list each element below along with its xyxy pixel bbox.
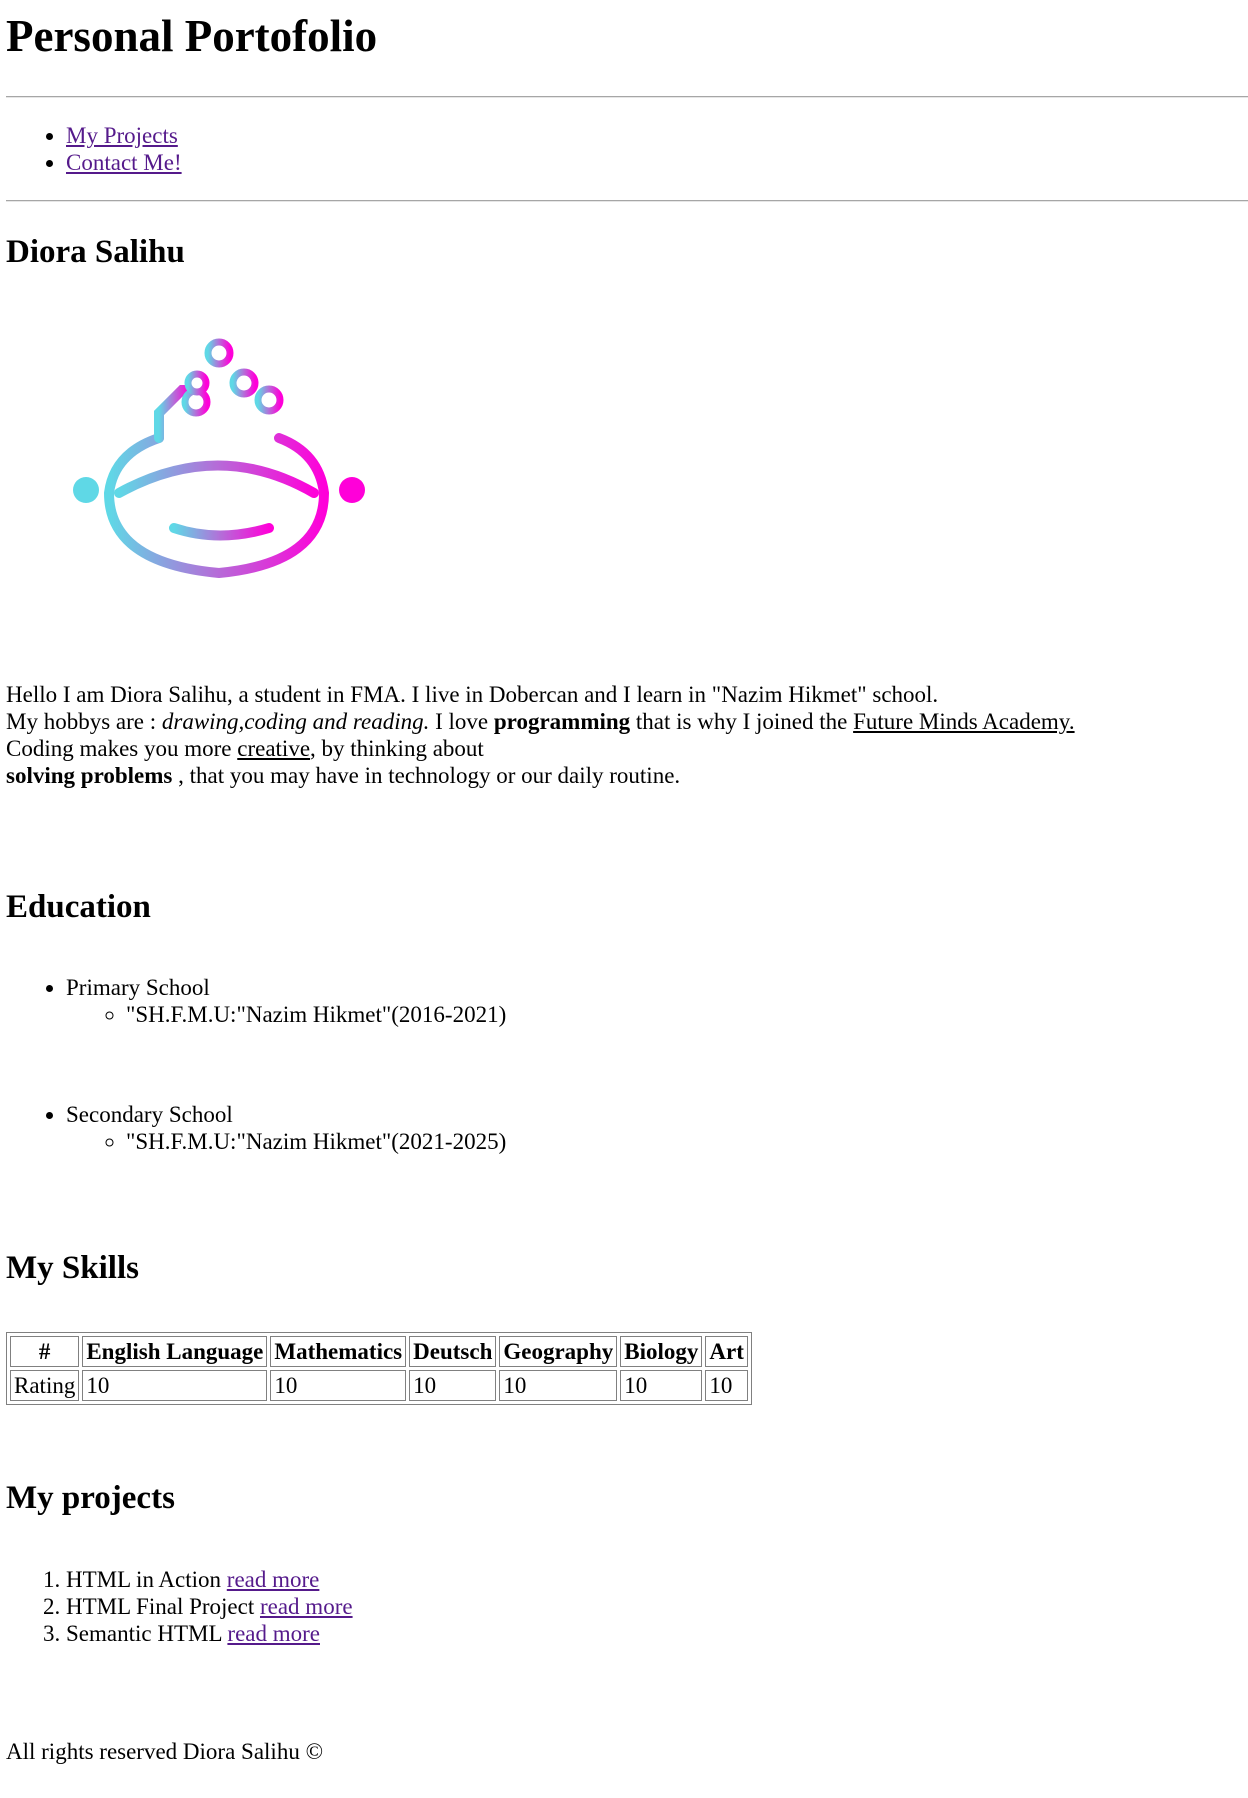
creative-link[interactable]: creative — [237, 736, 310, 761]
education-level: Primary School — [66, 975, 210, 1000]
list-item: HTML Final Project read more — [66, 1593, 353, 1620]
table-row: Rating 10 10 10 10 10 10 — [10, 1370, 748, 1401]
skills-cell: 10 — [409, 1370, 497, 1401]
robot-brain-logo-icon — [64, 318, 374, 588]
education-item: Primary School "SH.F.M.U:"Nazim Hikmet"(… — [66, 974, 506, 1028]
about-line-2: My hobbys are : drawing,coding and readi… — [6, 709, 1075, 734]
read-more-link[interactable]: read more — [260, 1594, 353, 1619]
education-heading: Education — [6, 889, 151, 925]
future-minds-academy-link[interactable]: Future Minds Academy. — [853, 709, 1074, 734]
skills-cell: 10 — [270, 1370, 407, 1401]
skills-heading: My Skills — [6, 1250, 139, 1286]
education-level: Secondary School — [66, 1102, 233, 1127]
about-text: Hello I am Diora Salihu, a student in FM… — [6, 681, 1206, 789]
about-line-3: Coding makes you more creative, by think… — [6, 736, 484, 761]
education-school: "SH.F.M.U:"Nazim Hikmet"(2016-2021) — [126, 1001, 506, 1028]
about-line-4: solving problems , that you may have in … — [6, 763, 681, 788]
skills-header-cell: Art — [705, 1336, 748, 1367]
projects-list: HTML in Action read more HTML Final Proj… — [6, 1566, 353, 1647]
skills-cell: 10 — [705, 1370, 748, 1401]
read-more-link[interactable]: read more — [227, 1567, 320, 1592]
projects-heading: My projects — [6, 1480, 175, 1516]
skills-cell: 10 — [82, 1370, 268, 1401]
profile-name: Diora Salihu — [6, 234, 185, 270]
read-more-link[interactable]: read more — [227, 1621, 320, 1646]
skills-header-cell: Geography — [499, 1336, 618, 1367]
list-item: HTML in Action read more — [66, 1566, 353, 1593]
nav-item-my-projects: My Projects — [66, 122, 182, 149]
solving-problems-text: solving problems — [6, 763, 173, 788]
nav-item-contact: Contact Me! — [66, 149, 182, 176]
skills-cell: Rating — [10, 1370, 80, 1401]
hobbies-text: drawing,coding and reading. — [161, 709, 430, 734]
list-item: Semantic HTML read more — [66, 1620, 353, 1647]
skills-cell: 10 — [499, 1370, 618, 1401]
education-sublist: "SH.F.M.U:"Nazim Hikmet"(2016-2021) — [66, 1001, 506, 1028]
about-line-1: Hello I am Diora Salihu, a student in FM… — [6, 682, 939, 707]
footer-text: All rights reserved Diora Salihu © — [6, 1739, 324, 1764]
nav-list: My Projects Contact Me! — [6, 122, 182, 176]
skills-header-cell: English Language — [82, 1336, 268, 1367]
header-divider — [6, 96, 1248, 98]
education-sublist: "SH.F.M.U:"Nazim Hikmet"(2021-2025) — [66, 1128, 506, 1155]
skills-table: # English Language Mathematics Deutsch G… — [6, 1332, 752, 1405]
page-title: Personal Portofolio — [6, 11, 378, 61]
skills-header-row: # English Language Mathematics Deutsch G… — [10, 1336, 748, 1367]
nav-divider — [6, 200, 1248, 202]
programming-text: programming — [493, 709, 631, 734]
education-school: "SH.F.M.U:"Nazim Hikmet"(2021-2025) — [126, 1128, 506, 1155]
education-list-primary: Primary School "SH.F.M.U:"Nazim Hikmet"(… — [6, 974, 506, 1028]
skills-header-cell: Deutsch — [409, 1336, 497, 1367]
skills-header-cell: # — [10, 1336, 80, 1367]
education-item: Secondary School "SH.F.M.U:"Nazim Hikmet… — [66, 1101, 506, 1155]
skills-header-cell: Mathematics — [270, 1336, 407, 1367]
skills-header-cell: Biology — [620, 1336, 703, 1367]
my-projects-link[interactable]: My Projects — [66, 123, 178, 148]
education-list-secondary: Secondary School "SH.F.M.U:"Nazim Hikmet… — [6, 1101, 506, 1155]
contact-me-link[interactable]: Contact Me! — [66, 150, 182, 175]
skills-cell: 10 — [620, 1370, 703, 1401]
